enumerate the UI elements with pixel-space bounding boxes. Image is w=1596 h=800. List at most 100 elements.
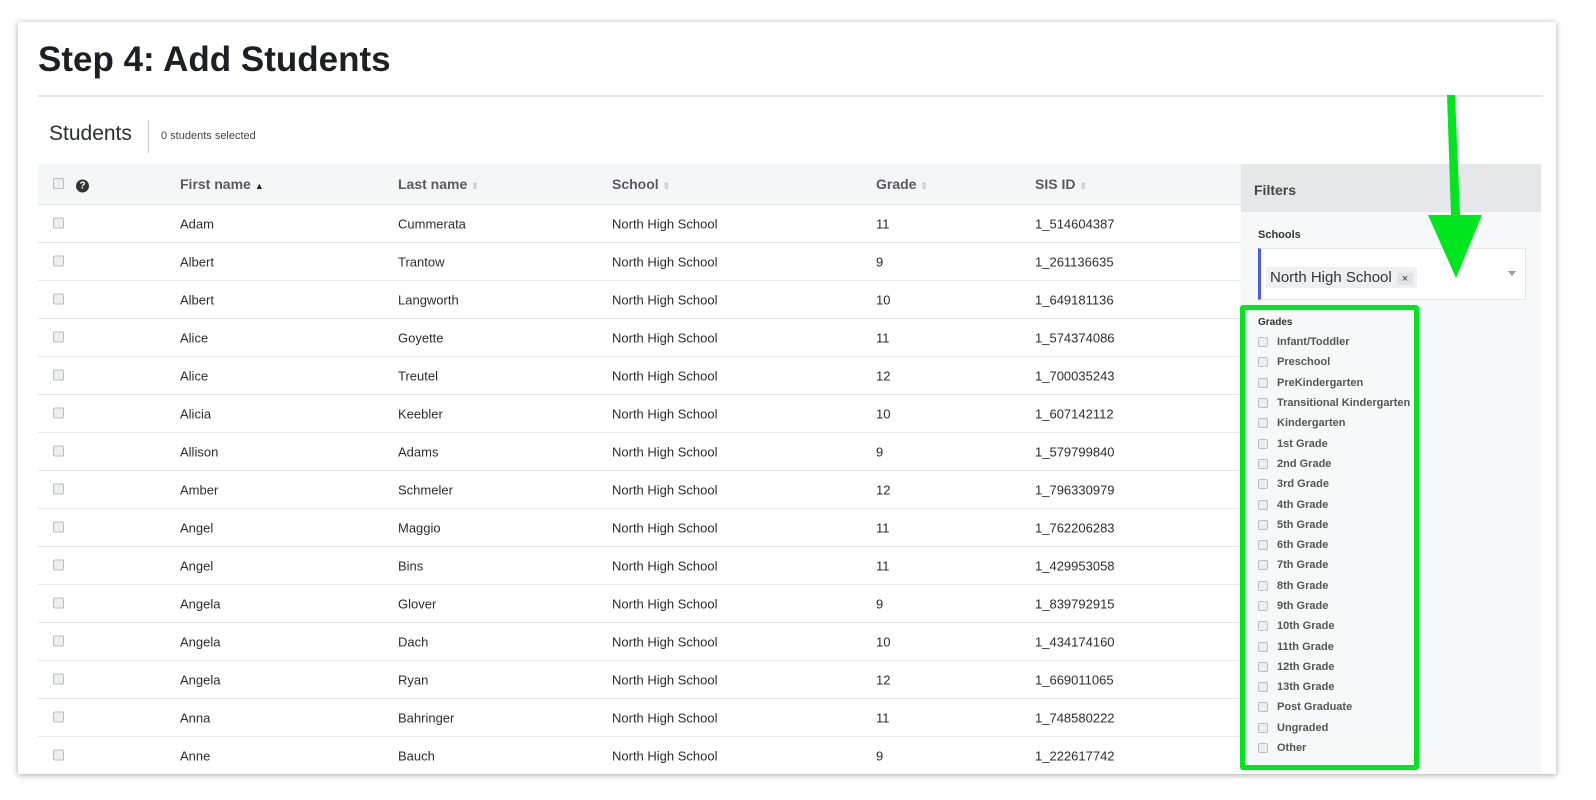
cell-first-name: Albert [180,254,214,269]
cell-last-name: Treutel [398,368,438,383]
annotation-arrow-icon [1428,95,1482,278]
cell-sis-id: 1_748580222 [1035,710,1115,725]
cell-last-name: Adams [398,444,439,459]
row-checkbox[interactable] [53,331,64,342]
cell-last-name: Keebler [398,406,443,421]
table-row[interactable]: Angel Maggio North High School 11 1_7622… [38,509,1241,547]
cell-sis-id: 1_579799840 [1035,444,1115,459]
row-checkbox[interactable] [53,711,64,722]
cell-grade: 11 [876,710,890,725]
header-label: School [612,176,659,192]
row-checkbox[interactable] [53,635,64,646]
students-table: ? First name ▲ Last name ⇕ School ⇕ Grade ⇕ … [38,164,1241,774]
row-checkbox[interactable] [53,217,64,228]
cell-school: North High School [612,368,718,383]
table-row[interactable]: Angela Ryan North High School 12 1_66901… [38,661,1241,699]
cell-first-name: Amber [180,482,219,497]
cell-last-name: Langworth [398,292,459,307]
cell-first-name: Allison [180,444,219,459]
row-checkbox[interactable] [53,597,64,608]
cell-first-name: Angela [180,596,221,611]
cell-grade: 12 [876,368,891,383]
table-row[interactable]: Angel Bins North High School 11 1_429953… [38,547,1241,585]
cell-sis-id: 1_574374086 [1035,330,1115,345]
chevron-down-icon[interactable] [1508,271,1516,276]
cell-grade: 11 [876,216,890,231]
sort-icon: ⇕ [471,181,479,191]
cell-last-name: Bins [398,558,424,573]
cell-school: North High School [612,672,718,687]
sort-icon: ⇕ [920,181,929,191]
row-checkbox[interactable] [53,559,64,570]
cell-first-name: Albert [180,292,214,307]
selected-count: 0 students selected [161,130,256,142]
cell-first-name: Alice [180,330,209,345]
table-row[interactable]: Alice Treutel North High School 12 1_700… [38,357,1241,395]
table-row[interactable]: Allison Adams North High School 9 1_5797… [38,433,1241,471]
row-checkbox[interactable] [53,749,64,760]
cell-sis-id: 1_796330979 [1035,482,1115,497]
table-row[interactable]: Anna Bahringer North High School 11 1_74… [38,699,1241,737]
cell-grade: 12 [876,482,891,497]
row-checkbox[interactable] [53,293,64,304]
schools-label: Schools [1258,229,1301,241]
page-title: Step 4: Add Students [38,40,391,79]
cell-school: North High School [612,444,718,459]
cell-grade: 9 [876,748,884,763]
cell-sis-id: 1_514604387 [1035,216,1115,231]
row-checkbox[interactable] [53,407,64,418]
cell-last-name: Trantow [398,254,445,269]
row-checkbox[interactable] [53,369,64,380]
select-all-checkbox[interactable] [53,178,64,189]
school-tag-label: North High School [1270,269,1392,286]
row-checkbox[interactable] [53,521,64,532]
cell-first-name: Angela [180,672,221,687]
cell-last-name: Bauch [398,748,435,763]
table-row[interactable]: Albert Trantow North High School 9 1_261… [38,243,1241,281]
header-first-name[interactable]: First name ▲ [180,176,264,192]
header-school[interactable]: School ⇕ [612,176,670,192]
cell-grade: 12 [876,672,891,687]
table-row[interactable]: Adam Cummerata North High School 11 1_51… [38,205,1241,243]
header-sis-id[interactable]: SIS ID ⇕ [1035,176,1087,192]
divider [38,95,1543,97]
cell-grade: 9 [876,254,884,269]
row-checkbox[interactable] [53,673,64,684]
cell-school: North High School [612,596,718,611]
table-row[interactable]: Albert Langworth North High School 10 1_… [38,281,1241,319]
cell-school: North High School [612,710,718,725]
cell-first-name: Alicia [180,406,212,421]
table-row[interactable]: Angela Glover North High School 9 1_8397… [38,585,1241,623]
cell-grade: 9 [876,596,884,611]
sort-icon: ⇕ [662,181,671,191]
cell-sis-id: 1_669011065 [1035,672,1114,687]
header-label: First name [180,176,251,192]
cell-last-name: Cummerata [398,216,466,231]
cell-sis-id: 1_839792915 [1035,596,1115,611]
table-row[interactable]: Anne Bauch North High School 9 1_2226177… [38,737,1241,774]
cell-grade: 10 [876,634,891,649]
table-row[interactable]: Alice Goyette North High School 11 1_574… [38,319,1241,357]
table-row[interactable]: Angela Dach North High School 10 1_43417… [38,623,1241,661]
help-icon[interactable]: ? [76,179,89,193]
table-row[interactable]: Alicia Keebler North High School 10 1_60… [38,395,1241,433]
cell-first-name: Angel [180,520,214,535]
section-title: Students [49,122,132,145]
row-checkbox[interactable] [53,445,64,456]
header-last-name[interactable]: Last name ⇕ [398,176,479,192]
row-checkbox[interactable] [53,483,64,494]
remove-tag-button[interactable]: × [1396,273,1414,285]
table-row[interactable]: Amber Schmeler North High School 12 1_79… [38,471,1241,509]
cell-last-name: Maggio [398,520,441,535]
cell-grade: 10 [876,292,891,307]
cell-school: North High School [612,520,718,535]
cell-first-name: Angela [180,634,221,649]
cell-first-name: Anne [180,748,211,763]
cell-sis-id: 1_607142112 [1035,406,1114,421]
header-grade[interactable]: Grade ⇕ [876,176,928,192]
cell-grade: 11 [876,330,890,345]
cell-first-name: Adam [180,216,214,231]
cell-sis-id: 1_762206283 [1035,520,1115,535]
sort-asc-icon: ▲ [254,181,264,191]
row-checkbox[interactable] [53,255,64,266]
